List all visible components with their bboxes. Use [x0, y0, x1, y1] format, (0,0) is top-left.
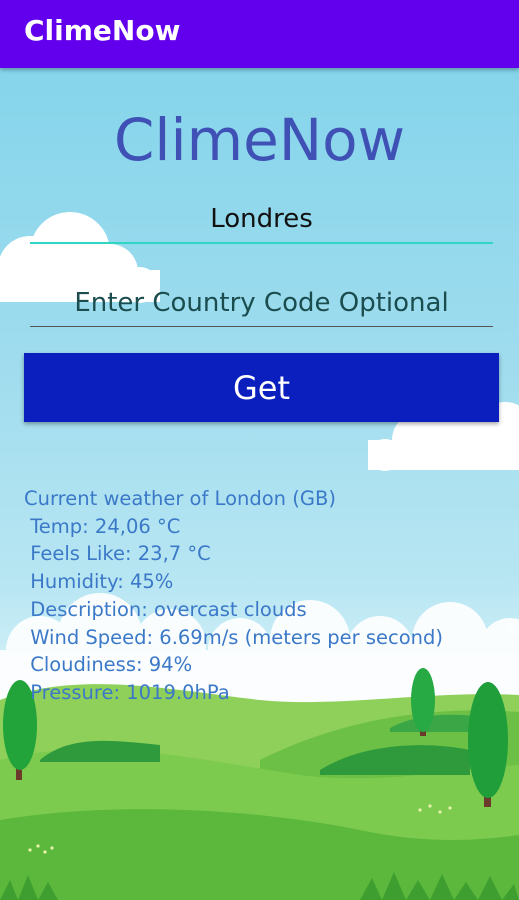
weather-wind-speed: Wind Speed: 6.69m/s (meters per second) [24, 625, 444, 649]
page-title: ClimeNow [113, 106, 406, 174]
tree-right [468, 682, 508, 798]
weather-heading: Current weather of London (GB) [24, 487, 336, 510]
weather-cloudiness: Cloudiness: 94% [24, 653, 193, 677]
weather-report: Current weather of London (GB) Temp: 24,… [24, 485, 443, 707]
weather-temp: Temp: 24,06 °C [24, 514, 181, 538]
app-bar-title: ClimeNow [24, 14, 181, 47]
weather-feels-like: Feels Like: 23,7 °C [24, 542, 211, 566]
weather-pressure: Pressure: 1019.0hPa [24, 680, 230, 704]
weather-humidity: Humidity: 45% [24, 570, 174, 594]
weather-description: Description: overcast clouds [24, 597, 307, 621]
app-bar: ClimeNow [0, 0, 519, 68]
app-screen: ClimeNow ClimeNow Londres Enter Country … [0, 0, 519, 900]
city-input-value: Londres [210, 204, 313, 234]
get-button[interactable]: Get [24, 353, 499, 422]
country-code-placeholder: Enter Country Code Optional [74, 288, 449, 318]
city-input[interactable]: Londres [30, 200, 493, 244]
country-code-input[interactable]: Enter Country Code Optional [30, 284, 493, 327]
